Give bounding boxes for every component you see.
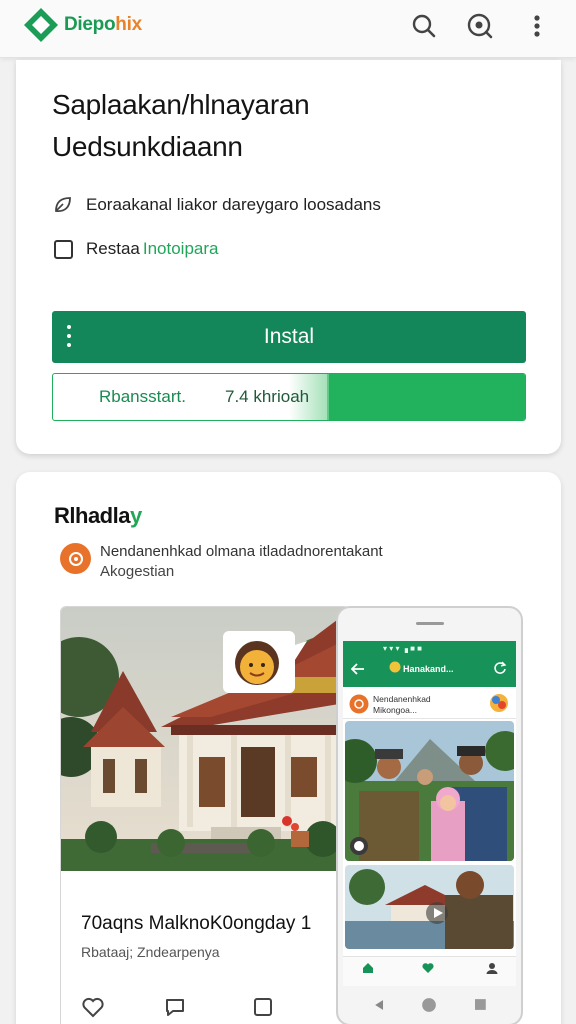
phone-mockup: ▾ ▾ ▾ ▗ ■ ■ Hanakand... Nendanenhkad Miko… (336, 606, 523, 1024)
checkbox[interactable] (53, 239, 73, 259)
phone-publisher-row[interactable]: Nendanenhkad Mikongoa... (343, 689, 516, 719)
home-icon[interactable] (361, 961, 375, 975)
more-vert-icon[interactable] (524, 12, 550, 40)
checkbox-label: Restaa (86, 239, 140, 258)
option-row-checkbox[interactable]: Restaa Inotoipara (52, 238, 219, 260)
publisher-name[interactable]: Nendanenhkad olmana itladadnorentakant (100, 543, 383, 560)
publisher-category: Akogestian (100, 563, 175, 580)
phone-status-bar: ▾ ▾ ▾ ▗ ■ ■ (383, 644, 422, 653)
profile-icon[interactable] (485, 961, 499, 975)
more-vert-icon[interactable] (66, 325, 72, 347)
phone-bottom-nav (343, 956, 516, 986)
page-title: Saplaakan/hlnayaran Uedsunkdiaann (52, 84, 532, 168)
install-button[interactable]: Instal (52, 311, 526, 363)
app-icon (389, 661, 401, 673)
install-card: Saplaakan/hlnayaran Uedsunkdiaann Eoraak… (16, 60, 561, 454)
progress-size: 7.4 khrioah (225, 387, 310, 406)
headline-line-1: Saplaakan/hlnayaran (52, 89, 310, 120)
leaf-icon (52, 194, 74, 216)
section-title: Rlhadlay (54, 503, 142, 528)
media-subtitle: Rbataaj; Zndearpenya (81, 944, 220, 960)
house-photo (61, 607, 349, 871)
phone-system-nav (375, 998, 486, 1012)
app-logo-icon[interactable] (22, 6, 60, 44)
phone-publisher-name: Nendanenhkad (373, 694, 431, 704)
recents-nav-icon[interactable] (475, 999, 486, 1010)
download-progress: Rbansstart. 7.4 khrioah (52, 373, 526, 421)
progress-fill (326, 374, 525, 420)
refresh-icon[interactable] (493, 661, 507, 675)
village-photo[interactable] (345, 865, 514, 949)
brand-name[interactable]: Diepohix (64, 14, 142, 36)
app-bar: Diepohix (0, 0, 576, 58)
phone-screen: ▾ ▾ ▾ ▗ ■ ■ Hanakand... Nendanenhkad Miko… (343, 641, 516, 986)
home-nav-icon[interactable] (422, 998, 436, 1012)
progress-label: Rbansstart. (99, 387, 186, 406)
option-info-label: Eoraakanal liakor dareygaro loosadans (86, 195, 381, 214)
feature-card: Rlhadlay Nendanenhkad olmana itladadnore… (16, 472, 561, 1024)
media-actions (61, 987, 349, 1024)
install-button-label: Instal (263, 325, 315, 348)
phone-publisher-sub: Mikongoa... (373, 705, 417, 715)
share-icon[interactable] (251, 995, 275, 1019)
colorful-badge-icon (490, 694, 508, 712)
publisher-icon (349, 694, 369, 714)
family-photo[interactable] (345, 721, 514, 861)
phone-speaker (416, 622, 444, 625)
back-nav-icon[interactable] (375, 1000, 384, 1010)
favorite-icon[interactable] (421, 961, 435, 975)
comment-icon[interactable] (163, 995, 187, 1019)
lens-icon[interactable] (466, 12, 494, 40)
headline-line-2: Uedsunkdiaann (52, 131, 243, 162)
phone-app-bar: ▾ ▾ ▾ ▗ ■ ■ Hanakand... (343, 641, 516, 687)
phone-app-title: Hanakand... (403, 664, 454, 674)
media-title: 70aqns MalknoK0ongday 1 (81, 913, 312, 934)
checkbox-label-highlight: Inotoipara (142, 239, 219, 258)
search-icon[interactable] (410, 12, 438, 40)
heart-icon[interactable] (81, 995, 105, 1019)
back-arrow-icon[interactable] (351, 663, 365, 675)
publisher-icon[interactable] (60, 543, 91, 574)
option-row-info[interactable]: Eoraakanal liakor dareygaro loosadans (52, 194, 381, 216)
feature-media-card[interactable]: 70aqns MalknoK0ongday 1 Rbataaj; Zndearp… (60, 606, 350, 1024)
